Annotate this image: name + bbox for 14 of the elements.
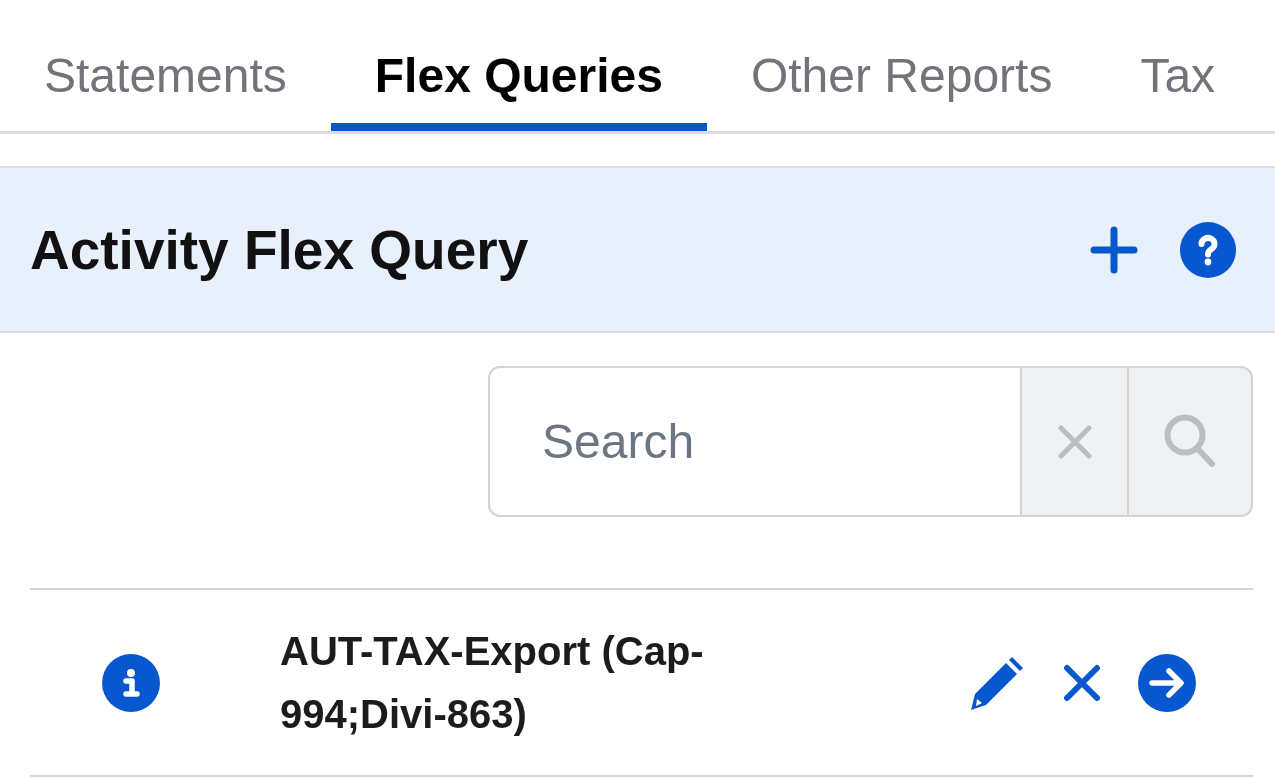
add-icon[interactable] bbox=[1090, 225, 1138, 274]
search-icon bbox=[1164, 413, 1216, 470]
delete-icon[interactable] bbox=[1063, 663, 1101, 702]
help-icon[interactable] bbox=[1180, 221, 1236, 278]
close-icon bbox=[1057, 424, 1092, 459]
tab[interactable]: Statements bbox=[0, 0, 331, 131]
arrow-right-icon[interactable] bbox=[1138, 653, 1196, 712]
query-name: AUT-TAX-Export (Cap-994;Divi-863) bbox=[280, 627, 705, 738]
panel-title: Activity Flex Query bbox=[30, 217, 529, 282]
tab[interactable]: Flex Queries bbox=[330, 0, 707, 131]
search-field[interactable]: Search bbox=[488, 366, 1020, 517]
info-icon[interactable] bbox=[102, 653, 160, 712]
tab[interactable]: Other Reports bbox=[706, 0, 1097, 131]
tab[interactable]: Tax bbox=[1096, 0, 1260, 131]
